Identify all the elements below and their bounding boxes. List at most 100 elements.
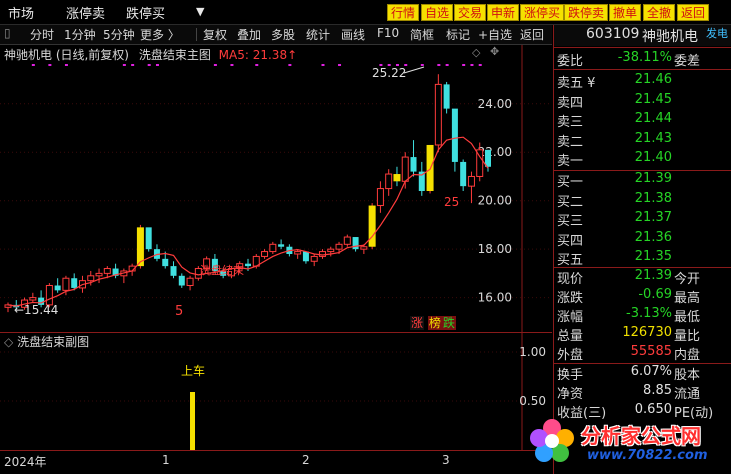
btn-trade[interactable]: 交易: [454, 4, 487, 21]
ask-5-label: 卖五 ¥: [557, 76, 596, 91]
badge-fall: 跌: [441, 316, 456, 330]
high-pointer: [403, 66, 425, 74]
signal-dot: [255, 64, 259, 66]
fin-0-row[interactable]: 换手 6.07% 股本: [554, 364, 731, 383]
tab-5min[interactable]: 5分钟: [103, 26, 135, 43]
tool-draw[interactable]: 画线: [341, 26, 365, 43]
tab-1min[interactable]: 1分钟: [64, 26, 96, 43]
btn-quote[interactable]: 行情: [387, 4, 420, 21]
tool-f10[interactable]: F10: [377, 26, 399, 40]
chart-toolbar: ▯ 分时 1分钟 5分钟 更多 〉 复权 叠加 多股 统计 画线 F10 简框 …: [0, 25, 552, 45]
signal-dot: [155, 64, 159, 66]
fin-1-row[interactable]: 净资 8.85 流通: [554, 383, 731, 402]
bid-5-row[interactable]: 买五 21.35: [554, 249, 731, 268]
quote-2-value: -3.13%: [626, 306, 672, 321]
quote-3-row[interactable]: 总量 126730 量比: [554, 325, 731, 344]
btn-new-stock[interactable]: 申新: [487, 4, 520, 21]
candle-body: [54, 285, 61, 291]
bid-4-row[interactable]: 买四 21.36: [554, 230, 731, 249]
menu-dropdown-icon[interactable]: ▼: [196, 5, 204, 18]
btn-watchlist[interactable]: 自选: [421, 4, 454, 21]
quote-3-label: 总量: [557, 329, 584, 344]
sub-chart[interactable]: 1.00 0.50 上车 ◇ 洗盘结束副图: [0, 332, 552, 451]
btn-cancel-order[interactable]: 撤单: [609, 4, 642, 21]
candle-body: [385, 173, 393, 190]
menu-limitup-sell[interactable]: 涨停卖: [66, 3, 105, 22]
quote-2-row[interactable]: 涨幅 -3.13% 最低: [554, 306, 731, 325]
candle-body: [485, 149, 491, 167]
quote-4-row[interactable]: 外盘 55585 内盘: [554, 344, 731, 363]
tool-stats[interactable]: 统计: [306, 26, 330, 43]
quote-0-row[interactable]: 现价 21.39 今开: [554, 268, 731, 287]
time-label-year: 2024年: [4, 455, 47, 469]
flower-logo-icon: [530, 419, 574, 462]
ask-1-label: 卖一: [557, 154, 584, 169]
ask-2-row[interactable]: 卖二 21.43: [554, 131, 731, 150]
ask-3-label: 卖三: [557, 115, 584, 130]
ma5-label: MA5: 21.38: [218, 48, 288, 62]
count-label-left: 5: [175, 304, 183, 319]
btn-limitup-buy[interactable]: 涨停买: [520, 4, 565, 21]
quote-4-label: 外盘: [557, 348, 584, 363]
low-price-label: ←15.44: [14, 303, 58, 317]
quote-1-row[interactable]: 涨跌 -0.69 最高: [554, 287, 731, 306]
btn-cancel-all[interactable]: 全撤: [643, 4, 676, 21]
btn-back-top[interactable]: 返回: [677, 4, 710, 21]
ask-5-row[interactable]: 卖五 ¥ 21.46: [554, 72, 731, 91]
badge-rise: 涨: [410, 316, 425, 330]
sub-title-text: 洗盘结束副图: [17, 335, 90, 349]
tab-more[interactable]: 更多 〉: [140, 26, 180, 43]
watermark-text: 分析家公式网: [581, 424, 701, 448]
tab-intraday[interactable]: 分时: [30, 26, 54, 43]
quote-3-right-label: 量比: [674, 329, 701, 344]
ask-1-row[interactable]: 卖一 21.40: [554, 150, 731, 169]
tool-adjust[interactable]: 复权: [203, 26, 227, 43]
candle-body: [178, 275, 185, 286]
indicator-name: 洗盘结束主图: [138, 48, 211, 62]
tool-add-watch[interactable]: +自选: [478, 26, 512, 43]
bid-2-label: 买二: [557, 194, 584, 210]
tool-overlay[interactable]: 叠加: [237, 26, 261, 43]
candle-body: [269, 243, 277, 253]
pin-icon[interactable]: ✥: [490, 45, 499, 58]
bid-1-row[interactable]: 买一 21.39: [554, 171, 731, 190]
tool-multi[interactable]: 多股: [271, 26, 295, 43]
quote-4-right-label: 内盘: [674, 348, 701, 363]
time-label-feb: 2: [302, 453, 310, 467]
signal-dot: [31, 64, 35, 66]
diamond-icon[interactable]: ◇: [472, 46, 480, 59]
quote-3-value: 126730: [622, 325, 672, 340]
signal-dot: [48, 64, 52, 66]
fin-0-label: 换手: [557, 368, 584, 383]
ask-4-row[interactable]: 卖四 21.45: [554, 92, 731, 111]
bid-2-row[interactable]: 买二 21.38: [554, 191, 731, 210]
ask-2-label: 卖二: [557, 134, 584, 150]
bid-3-row[interactable]: 买三 21.37: [554, 210, 731, 229]
btn-limitdown-sell[interactable]: 跌停卖: [564, 4, 609, 21]
watermark-logo: 分析家公式网 www.70822.com: [525, 414, 725, 470]
tool-frame[interactable]: 简框: [410, 26, 434, 43]
ask-3-row[interactable]: 卖三 21.44: [554, 111, 731, 130]
signal-dot: [131, 64, 135, 66]
weibi-row: 委比 -38.11% 委差: [554, 50, 731, 69]
candle-body: [401, 156, 409, 182]
tool-back[interactable]: 返回: [520, 26, 544, 43]
ask-3-value: 21.44: [634, 111, 672, 126]
quote-0-right-label: 今开: [674, 272, 701, 287]
kline-chart[interactable]: 24.00 22.00 20.00 18.00 16.00 25.22 ←15.44 5 25 洗…: [0, 45, 552, 332]
ask-1-value: 21.40: [634, 150, 672, 165]
candle-body: [145, 227, 152, 250]
menu-market[interactable]: 市场: [8, 3, 34, 22]
count-label-right: 25: [444, 195, 459, 209]
menu-limitdown-buy[interactable]: 跌停买: [126, 3, 165, 22]
weibi-label: 委比: [557, 54, 584, 69]
bid-2-value: 21.38: [634, 190, 672, 206]
signal-dot: [213, 64, 217, 66]
signal-dot: [321, 64, 325, 66]
sub-tick: 0.50: [519, 394, 546, 408]
time-axis: 2024年 1 2 3: [0, 450, 552, 473]
candle-body: [45, 285, 53, 306]
rank-badges[interactable]: 涨 榜跌: [410, 314, 456, 331]
sector-tag[interactable]: 发电: [706, 25, 728, 41]
tool-mark[interactable]: 标记: [446, 26, 470, 43]
